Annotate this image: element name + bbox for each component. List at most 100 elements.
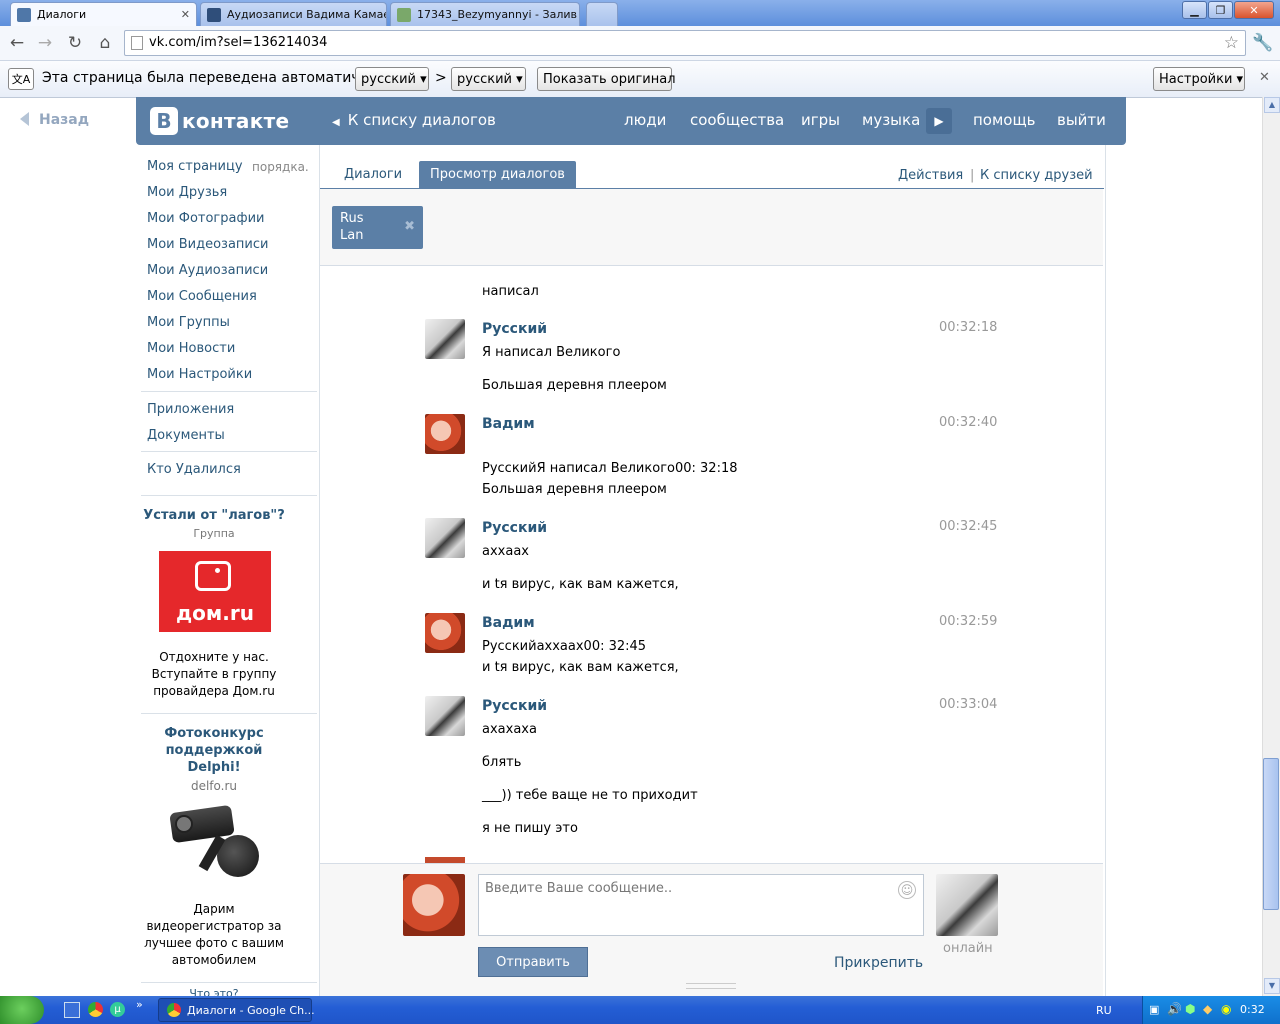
vk-favicon-icon — [17, 7, 31, 22]
language-indicator[interactable]: RU — [1096, 1004, 1112, 1017]
translate-settings-button[interactable]: Настройки ▾ — [1153, 67, 1245, 91]
message-author[interactable]: Русский — [482, 321, 547, 337]
message-author[interactable]: Вадим — [482, 416, 535, 432]
ad-image-dom-ru[interactable]: дом.ru — [159, 551, 271, 632]
sidebar-aside-text: порядка. — [252, 160, 309, 174]
actions-link[interactable]: Действия — [898, 168, 963, 183]
my-avatar[interactable] — [403, 874, 465, 936]
resize-grip-icon[interactable] — [686, 983, 736, 989]
maximize-icon[interactable]: ❐ — [1208, 1, 1233, 19]
sidebar-item-videos[interactable]: Мои Видеозаписи — [147, 237, 268, 252]
ad-title-line[interactable]: поддержкой — [140, 742, 288, 759]
nav-music[interactable]: музыка — [862, 111, 920, 129]
ad-title-line[interactable]: Delphi! — [140, 759, 288, 776]
music-play-icon[interactable]: ▶ — [926, 108, 952, 134]
peer-chip[interactable]: Rus Lan ✖ — [332, 206, 423, 249]
minimize-icon[interactable]: ▁ — [1182, 1, 1207, 19]
wrench-icon[interactable]: 🔧 — [1252, 32, 1274, 54]
message-author[interactable]: Русский — [482, 698, 547, 714]
tab-audio[interactable]: Аудиозаписи Вадима Камае ✕ — [200, 2, 387, 26]
avatar[interactable] — [425, 696, 465, 736]
utorrent-icon[interactable]: µ — [110, 1002, 125, 1017]
start-button[interactable] — [0, 996, 44, 1024]
sidebar-item-settings[interactable]: Мои Настройки — [147, 367, 252, 382]
translate-close-icon[interactable]: ✕ — [1259, 70, 1270, 85]
message-text: РусскийЯ написал Великого00: 32:18 — [482, 461, 738, 476]
scroll-thumb[interactable] — [1263, 758, 1279, 910]
nav-help[interactable]: помощь — [973, 111, 1035, 129]
sidebar-item-apps[interactable]: Приложения — [147, 402, 234, 417]
avatar[interactable] — [425, 414, 465, 454]
attach-link[interactable]: Прикрепить — [834, 955, 923, 971]
forward-arrow-icon[interactable]: → — [34, 32, 56, 54]
message-time: 00:32:18 — [939, 320, 998, 335]
friends-list-link[interactable]: К списку друзей — [980, 168, 1093, 183]
address-bar[interactable]: vk.com/im?sel=136214034 ☆ — [124, 30, 1246, 56]
nav-communities[interactable]: сообщества — [690, 111, 784, 129]
tray-app-icon[interactable]: ◉ — [1221, 1002, 1231, 1016]
quicklaunch-more-icon[interactable]: » — [136, 998, 143, 1011]
nav-games[interactable]: игры — [801, 111, 840, 129]
back-arrow-icon[interactable]: ← — [6, 32, 28, 54]
vk-logo[interactable]: В контакте — [150, 107, 289, 135]
window-close-icon[interactable]: ✕ — [1234, 1, 1274, 19]
scroll-up-icon[interactable]: ▲ — [1264, 97, 1280, 113]
taskbar-chrome-window[interactable]: Диалоги - Google Ch... — [158, 998, 315, 1022]
nav-logout[interactable]: выйти — [1057, 111, 1106, 129]
ad-image-dashcam[interactable] — [167, 804, 263, 885]
volume-icon[interactable]: 🔊 — [1167, 1002, 1182, 1016]
sidebar-item-documents[interactable]: Документы — [147, 428, 225, 443]
sidebar-item-groups[interactable]: Мои Группы — [147, 315, 230, 330]
ad-domain: delfo.ru — [190, 779, 238, 793]
emoji-smile-icon[interactable]: ☺ — [898, 881, 916, 899]
translate-bar: 文A Эта страница была переведена автомати… — [0, 61, 1280, 98]
message-text: аххаах — [482, 544, 529, 559]
sidebar-item-friends[interactable]: Мои Друзья — [147, 185, 227, 200]
new-tab-button[interactable] — [586, 2, 618, 26]
target-language-select[interactable]: русский ▾ — [451, 67, 526, 91]
sidebar-item-who-deleted[interactable]: Кто Удалился — [147, 462, 241, 477]
message-author[interactable]: Вадим — [482, 615, 535, 631]
avatar[interactable] — [425, 613, 465, 653]
sidebar-item-news[interactable]: Мои Новости — [147, 341, 235, 356]
sidebar-item-messages[interactable]: Мои Сообщения — [147, 289, 257, 304]
tab-dialogs[interactable]: Диалоги — [333, 161, 413, 188]
to-dialogs-link[interactable]: ◀ К списку диалогов — [332, 111, 496, 129]
scroll-down-icon[interactable]: ▼ — [1264, 978, 1280, 994]
avatar[interactable] — [425, 518, 465, 558]
peer-name-line: Lan — [340, 228, 364, 243]
sidebar-divider — [141, 451, 317, 452]
peer-avatar[interactable] — [936, 874, 998, 936]
sidebar-item-audio[interactable]: Мои Аудиозаписи — [147, 263, 268, 278]
home-icon[interactable]: ⌂ — [94, 32, 116, 54]
clock: 0:32 — [1240, 1003, 1265, 1016]
reload-icon[interactable]: ↻ — [64, 32, 86, 54]
back-link[interactable]: Назад — [20, 112, 89, 128]
network-icon[interactable]: ▣ — [1149, 1003, 1159, 1016]
remove-peer-icon[interactable]: ✖ — [404, 219, 415, 234]
sidebar-item-photos[interactable]: Мои Фотографии — [147, 211, 264, 226]
avatar[interactable] — [425, 319, 465, 359]
close-tab-icon[interactable]: ✕ — [577, 8, 579, 21]
message-input[interactable]: Введите Ваше сообщение.. — [478, 874, 924, 936]
show-desktop-icon[interactable] — [64, 1002, 80, 1018]
close-tab-icon[interactable]: ✕ — [177, 8, 190, 21]
source-language-select[interactable]: русский ▾ — [355, 67, 429, 91]
ad-title-line[interactable]: Фотоконкурс — [140, 725, 288, 742]
tray-app-icon[interactable]: ◆ — [1203, 1002, 1212, 1016]
chrome-icon[interactable] — [88, 1002, 103, 1017]
ad-title[interactable]: Устали от "лагов"? — [140, 507, 288, 524]
send-button[interactable]: Отправить — [478, 947, 588, 977]
message-placeholder: Введите Ваше сообщение.. — [485, 881, 673, 896]
translate-message: Эта страница была переведена автоматичес… — [42, 70, 394, 86]
tray-app-icon[interactable]: ⬢ — [1185, 1002, 1195, 1016]
message-author[interactable]: Русский — [482, 520, 547, 536]
sidebar-item-my-page[interactable]: Моя страницу — [147, 159, 243, 174]
bookmark-star-icon[interactable]: ☆ — [1224, 33, 1239, 53]
message-time: 00:33:04 — [939, 697, 998, 712]
show-original-button[interactable]: Показать оригинал — [537, 67, 676, 91]
nav-people[interactable]: люди — [624, 111, 666, 129]
tab-upload[interactable]: 17343_Bezymyannyi - Залив ✕ — [390, 2, 580, 26]
tab-view-dialogs[interactable]: Просмотр диалогов — [419, 161, 576, 188]
tab-dialogs[interactable]: Диалоги ✕ — [10, 2, 197, 26]
